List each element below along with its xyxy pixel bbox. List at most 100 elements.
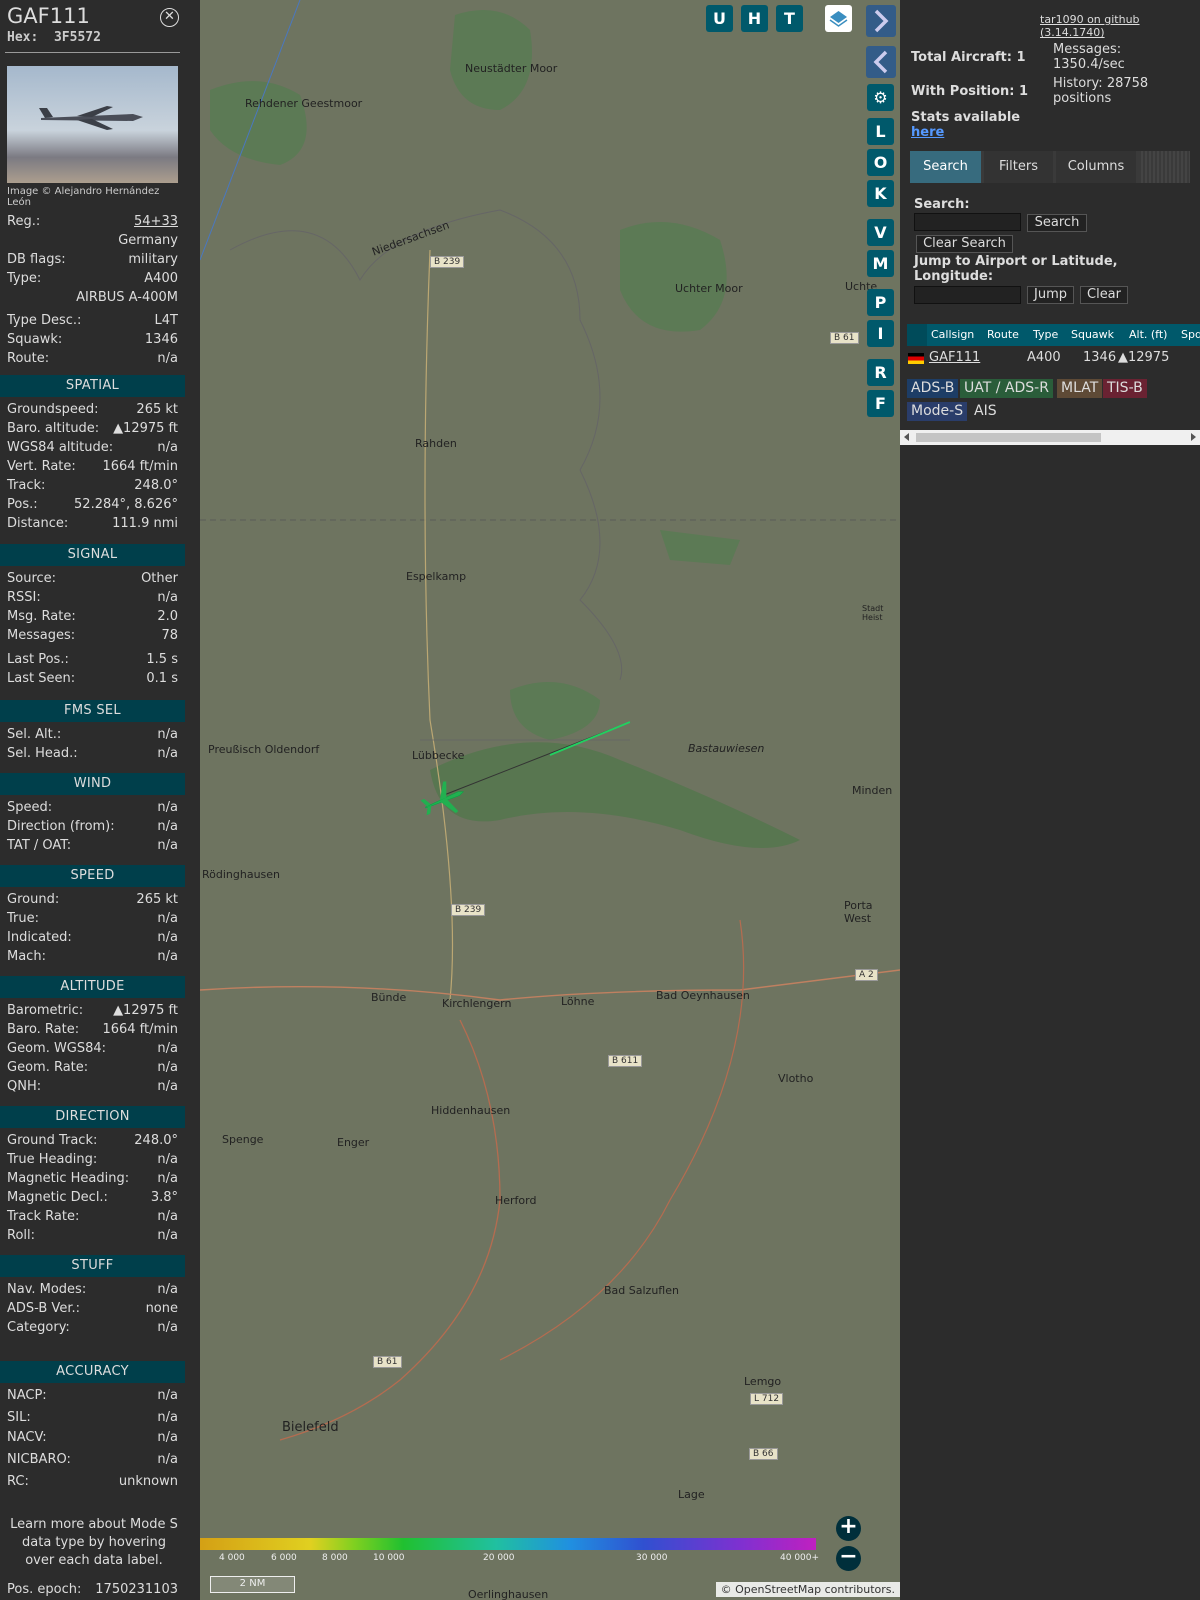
detail-label: DB flags: bbox=[7, 252, 66, 267]
detail-row: Indicated: n/a bbox=[7, 930, 178, 948]
toggle-t-button[interactable]: T bbox=[776, 5, 803, 32]
tab-extra[interactable] bbox=[1139, 151, 1190, 183]
detail-label: Mach: bbox=[7, 949, 46, 964]
scale-label: 10 000 bbox=[373, 1553, 405, 1563]
settings-gear-icon[interactable]: ⚙ bbox=[867, 84, 894, 111]
detail-value: n/a bbox=[157, 819, 178, 834]
detail-label: SIL: bbox=[7, 1410, 31, 1425]
col-route[interactable]: Route bbox=[987, 328, 1019, 341]
clear-button[interactable]: Clear bbox=[1080, 286, 1128, 304]
detail-value: n/a bbox=[157, 911, 178, 926]
expand-panel-icon[interactable] bbox=[866, 5, 896, 37]
map-attribution[interactable]: © OpenStreetMap contributors. bbox=[715, 1582, 900, 1597]
detail-row: Baro. Rate: 1664 ft/min bbox=[7, 1022, 178, 1040]
road-label: B 66 bbox=[749, 1448, 778, 1460]
detail-row: Sel. Head.: n/a bbox=[7, 746, 178, 764]
detail-row: Category: n/a bbox=[7, 1320, 178, 1338]
toggle-i-button[interactable]: I bbox=[867, 320, 894, 347]
detail-label: Speed: bbox=[7, 800, 53, 815]
toggle-v-button[interactable]: V bbox=[867, 219, 894, 246]
detail-value: military bbox=[128, 252, 178, 267]
toggle-r-button[interactable]: R bbox=[867, 359, 894, 386]
tab-search[interactable]: Search bbox=[910, 151, 981, 183]
detail-label: Magnetic Heading: bbox=[7, 1171, 130, 1186]
map-label: Herford bbox=[495, 1194, 537, 1207]
messages-rate: Messages: 1350.4/sec bbox=[1053, 42, 1125, 72]
zoom-out-button[interactable]: − bbox=[836, 1546, 861, 1571]
detail-label: QNH: bbox=[7, 1079, 42, 1094]
aircraft-marker-icon[interactable] bbox=[420, 780, 466, 820]
detail-row: RSSI: n/a bbox=[7, 590, 178, 608]
toggle-l-button[interactable]: L bbox=[867, 118, 894, 145]
collapse-panel-icon[interactable] bbox=[866, 46, 896, 78]
legend-tisb: TIS-B bbox=[1103, 379, 1147, 398]
detail-label: Sel. Alt.: bbox=[7, 727, 62, 742]
col-squawk[interactable]: Squawk bbox=[1071, 328, 1114, 341]
detail-value: 3.8° bbox=[150, 1190, 178, 1205]
toggle-k-button[interactable]: K bbox=[867, 180, 894, 207]
detail-value: n/a bbox=[157, 440, 178, 455]
zoom-in-button[interactable]: + bbox=[836, 1516, 861, 1541]
map-label: Vlotho bbox=[778, 1072, 814, 1085]
map-label: Lübbecke bbox=[412, 749, 465, 762]
detail-label: WGS84 altitude: bbox=[7, 440, 114, 455]
layers-icon[interactable] bbox=[825, 5, 852, 32]
col-altitude[interactable]: Alt. (ft) bbox=[1129, 328, 1167, 341]
detail-value[interactable]: 54+33 bbox=[134, 214, 178, 229]
detail-value: ▲12975 ft bbox=[113, 1003, 178, 1018]
row-squawk: 1346 bbox=[1083, 350, 1117, 365]
detail-value: 265 kt bbox=[136, 402, 178, 417]
detail-row: Messages: 78 bbox=[7, 628, 178, 646]
detail-value: n/a bbox=[157, 930, 178, 945]
section-header-direction: DIRECTION bbox=[0, 1106, 185, 1128]
detail-label: Pos.: bbox=[7, 497, 38, 512]
road-label: B 239 bbox=[451, 904, 486, 916]
jump-input[interactable] bbox=[914, 286, 1021, 304]
detail-label: Last Seen: bbox=[7, 671, 76, 686]
clear-search-button[interactable]: Clear Search bbox=[916, 235, 1013, 253]
detail-value: n/a bbox=[157, 1410, 178, 1425]
map-view[interactable]: Neustädter Moor Rehdener Geestmoor Niede… bbox=[200, 0, 900, 1600]
close-icon[interactable]: ✕ bbox=[160, 8, 179, 27]
section-header-accuracy: ACCURACY bbox=[0, 1361, 185, 1383]
search-input[interactable] bbox=[914, 213, 1021, 231]
legend-adsb: ADS-B bbox=[907, 379, 959, 398]
pos-epoch-row: Pos. epoch: 1750231103 bbox=[7, 1582, 178, 1597]
detail-label: Groundspeed: bbox=[7, 402, 99, 417]
toggle-p-button[interactable]: P bbox=[867, 289, 894, 316]
toggle-m-button[interactable]: M bbox=[867, 250, 894, 277]
toggle-f-button[interactable]: F bbox=[867, 390, 894, 417]
detail-label: Track: bbox=[7, 478, 46, 493]
col-type[interactable]: Type bbox=[1033, 328, 1058, 341]
scale-label: 40 000+ bbox=[780, 1553, 820, 1563]
row-type: A400 bbox=[1027, 350, 1061, 365]
detail-label: RC: bbox=[7, 1474, 29, 1489]
road-label: B 239 bbox=[430, 256, 465, 268]
jump-button[interactable]: Jump bbox=[1027, 286, 1074, 304]
map-label: Espelkamp bbox=[406, 570, 467, 583]
detail-row: Sel. Alt.: n/a bbox=[7, 727, 178, 745]
detail-row: Reg.: 54+33 bbox=[7, 214, 178, 232]
map-label: Lemgo bbox=[744, 1375, 782, 1388]
row-callsign[interactable]: GAF111 bbox=[929, 350, 980, 365]
search-button[interactable]: Search bbox=[1027, 214, 1087, 232]
toggle-h-button[interactable]: H bbox=[741, 5, 768, 32]
toggle-o-button[interactable]: O bbox=[867, 149, 894, 176]
col-callsign[interactable]: Callsign bbox=[931, 328, 974, 341]
github-link[interactable]: tar1090 on github (3.14.1740) bbox=[1040, 13, 1200, 39]
tab-filters[interactable]: Filters bbox=[984, 151, 1053, 183]
tab-columns[interactable]: Columns bbox=[1056, 151, 1136, 183]
aircraft-photo[interactable] bbox=[7, 66, 178, 183]
table-horizontal-scrollbar[interactable] bbox=[900, 430, 1200, 445]
map-label: Löhne bbox=[561, 995, 595, 1008]
table-row[interactable]: GAF111 A400 1346 ▲12975 bbox=[907, 348, 1197, 368]
col-speed[interactable]: Spd bbox=[1181, 328, 1200, 341]
detail-label: Category: bbox=[7, 1320, 70, 1335]
map-label: Porta West bbox=[844, 899, 873, 925]
detail-value: 1.5 s bbox=[146, 652, 178, 667]
detail-row: Vert. Rate: 1664 ft/min bbox=[7, 459, 178, 477]
stats-link[interactable]: here bbox=[911, 125, 944, 140]
detail-row: Pos.: 52.284°, 8.626° bbox=[7, 497, 178, 515]
map-label: Lage bbox=[678, 1488, 705, 1501]
toggle-u-button[interactable]: U bbox=[706, 5, 733, 32]
